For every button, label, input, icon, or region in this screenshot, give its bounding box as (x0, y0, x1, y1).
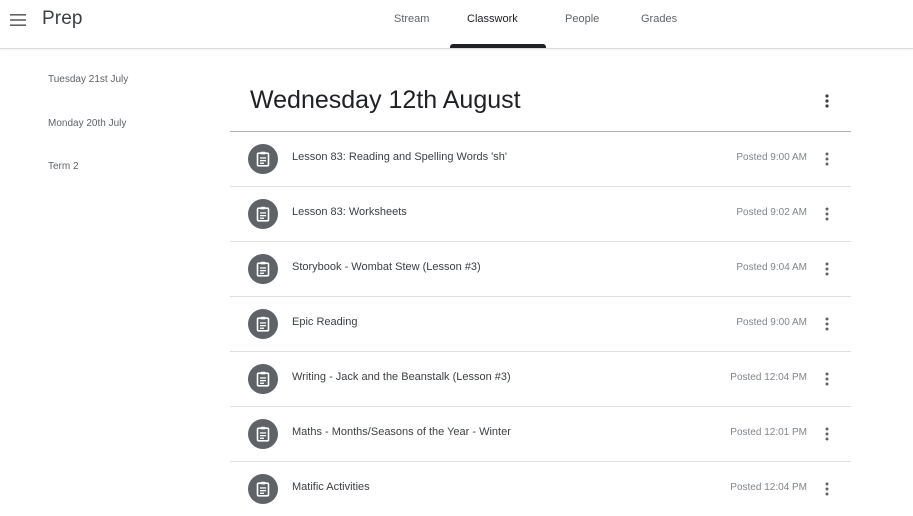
more-vert-icon[interactable] (819, 479, 835, 499)
assignment-title: Epic Reading (292, 316, 358, 328)
assignment-title: Maths - Months/Seasons of the Year - Win… (292, 426, 511, 438)
assignment-row[interactable]: Matific Activities Posted 12:04 PM (230, 462, 851, 516)
tab-classwork[interactable]: Classwork (467, 13, 518, 25)
more-vert-icon[interactable] (819, 369, 835, 389)
assignment-icon (248, 474, 278, 504)
assignment-icon (248, 364, 278, 394)
assignment-posted-time: Posted 12:01 PM (730, 427, 807, 438)
assignment-posted-time: Posted 12:04 PM (730, 482, 807, 493)
tab-people[interactable]: People (565, 13, 599, 25)
assignment-icon (248, 419, 278, 449)
assignment-posted-time: Posted 9:02 AM (736, 207, 807, 218)
assignment-row[interactable]: Maths - Months/Seasons of the Year - Win… (230, 407, 851, 462)
assignment-row[interactable]: Epic Reading Posted 9:00 AM (230, 297, 851, 352)
assignment-row[interactable]: Writing - Jack and the Beanstalk (Lesson… (230, 352, 851, 407)
more-vert-icon[interactable] (819, 204, 835, 224)
assignment-title: Matific Activities (292, 481, 370, 493)
assignment-row[interactable]: Lesson 83: Worksheets Posted 9:02 AM (230, 187, 851, 242)
assignment-row[interactable]: Storybook - Wombat Stew (Lesson #3) Post… (230, 242, 851, 297)
assignment-posted-time: Posted 9:00 AM (736, 317, 807, 328)
sidebar-topic-monday-20th-july[interactable]: Monday 20th July (48, 118, 126, 129)
assignment-row[interactable]: Lesson 83: Reading and Spelling Words 's… (230, 132, 851, 187)
tab-grades[interactable]: Grades (641, 13, 677, 25)
tab-bar: Stream Classwork People Grades (0, 0, 913, 48)
tab-stream[interactable]: Stream (394, 13, 429, 25)
assignment-posted-time: Posted 9:00 AM (736, 152, 807, 163)
assignment-title: Lesson 83: Worksheets (292, 206, 407, 218)
more-vert-icon[interactable] (819, 424, 835, 444)
top-app-bar: Prep Stream Classwork People Grades (0, 0, 913, 49)
assignment-title: Lesson 83: Reading and Spelling Words 's… (292, 151, 507, 163)
assignment-title: Storybook - Wombat Stew (Lesson #3) (292, 261, 481, 273)
more-vert-icon[interactable] (819, 314, 835, 334)
assignment-list: Lesson 83: Reading and Spelling Words 's… (230, 132, 851, 516)
assignment-posted-time: Posted 9:04 AM (736, 262, 807, 273)
sidebar-topic-term-2[interactable]: Term 2 (48, 161, 79, 172)
more-vert-icon[interactable] (819, 149, 835, 169)
assignment-posted-time: Posted 12:04 PM (730, 372, 807, 383)
assignment-icon (248, 199, 278, 229)
more-vert-icon[interactable] (819, 91, 835, 111)
active-tab-indicator (450, 44, 546, 48)
topic-title: Wednesday 12th August (250, 86, 521, 114)
sidebar-topic-tuesday-21st-july[interactable]: Tuesday 21st July (48, 74, 128, 85)
assignment-icon (248, 254, 278, 284)
more-vert-icon[interactable] (819, 259, 835, 279)
assignment-icon (248, 309, 278, 339)
assignment-icon (248, 144, 278, 174)
assignment-title: Writing - Jack and the Beanstalk (Lesson… (292, 371, 511, 383)
